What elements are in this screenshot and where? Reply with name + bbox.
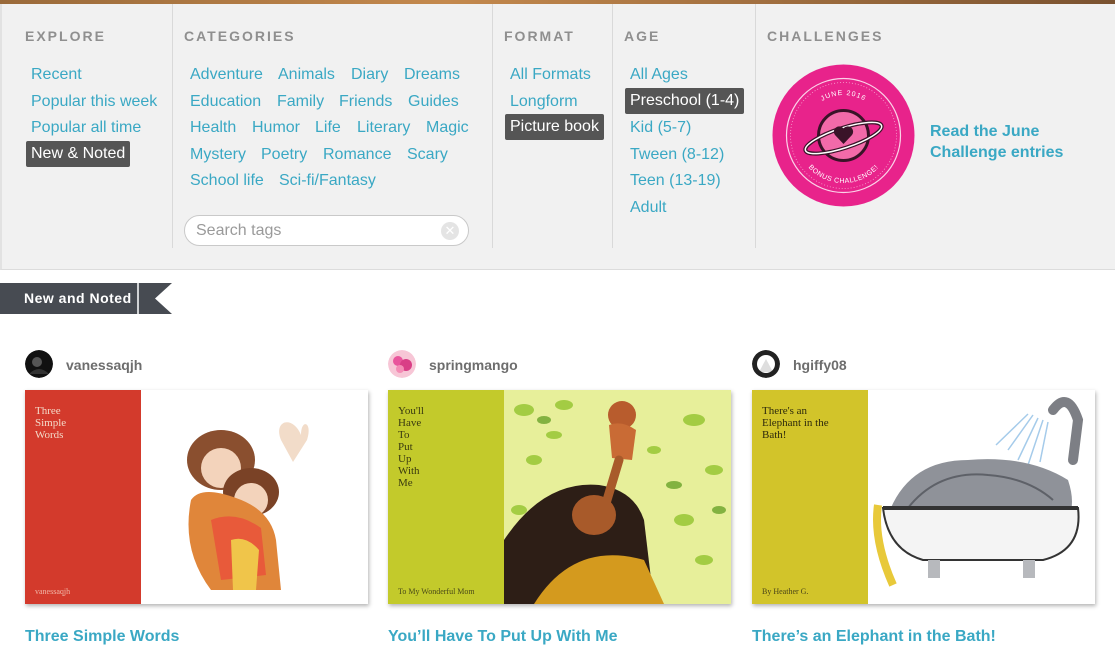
section-title: New and Noted bbox=[24, 290, 132, 306]
category-friends-link[interactable]: Friends bbox=[339, 92, 392, 112]
explore-recent-link[interactable]: Recent bbox=[31, 65, 82, 85]
book-title-link[interactable]: Three Simple Words bbox=[25, 628, 179, 646]
avatar[interactable] bbox=[752, 350, 780, 378]
challenge-link-line1: Read the June bbox=[930, 123, 1040, 140]
cover-author: By Heather G. bbox=[762, 587, 809, 596]
cover-illustration bbox=[141, 390, 368, 604]
category-scifi-fantasy-link[interactable]: Sci-fi/Fantasy bbox=[279, 171, 376, 191]
age-kid-link[interactable]: Kid (5-7) bbox=[630, 118, 691, 138]
category-diary-link[interactable]: Diary bbox=[351, 65, 388, 85]
cover-illustration bbox=[504, 390, 731, 604]
age-column: AGE All Ages Preschool (1-4) Kid (5-7) T… bbox=[612, 4, 755, 248]
read-june-challenge-link[interactable]: Read the June Challenge entries bbox=[930, 121, 1090, 163]
age-heading: AGE bbox=[624, 28, 661, 44]
cover-title-line: Me bbox=[398, 477, 413, 489]
category-literary-link[interactable]: Literary bbox=[357, 118, 410, 138]
category-adventure-link[interactable]: Adventure bbox=[190, 65, 263, 85]
cover-title: You'll Have To Put Up With Me bbox=[398, 405, 488, 489]
tag-search-box[interactable]: ✕ bbox=[184, 215, 469, 246]
category-health-link[interactable]: Health bbox=[190, 118, 236, 138]
category-scary-link[interactable]: Scary bbox=[407, 145, 448, 165]
category-school-life-link[interactable]: School life bbox=[190, 171, 264, 191]
cover-title-line: Simple bbox=[35, 417, 67, 429]
challenge-link-line2: Challenge entries bbox=[930, 144, 1064, 161]
book-title-link[interactable]: You’ll Have To Put Up With Me bbox=[388, 628, 617, 646]
categories-heading: CATEGORIES bbox=[184, 28, 296, 44]
explore-heading: EXPLORE bbox=[25, 28, 106, 44]
explore-popular-all-time-link[interactable]: Popular all time bbox=[31, 118, 141, 138]
age-adult-link[interactable]: Adult bbox=[630, 198, 666, 218]
cover-title: Three Simple Words bbox=[35, 405, 125, 441]
cover-title-line: Bath! bbox=[762, 429, 787, 441]
explore-new-noted-link[interactable]: New & Noted bbox=[26, 141, 131, 167]
cover-title-line: Up bbox=[398, 453, 412, 465]
cover-title-line: There's an bbox=[762, 405, 808, 417]
age-preschool-link[interactable]: Preschool (1-4) bbox=[625, 88, 745, 114]
category-magic-link[interactable]: Magic bbox=[426, 118, 469, 138]
cover-title-line: With bbox=[398, 465, 420, 477]
cover-title-line: To bbox=[398, 429, 410, 441]
category-life-link[interactable]: Life bbox=[315, 118, 341, 138]
format-all-link[interactable]: All Formats bbox=[510, 65, 591, 85]
category-dreams-link[interactable]: Dreams bbox=[404, 65, 460, 85]
author-name[interactable]: vanessaqjh bbox=[66, 357, 142, 373]
avatar[interactable] bbox=[388, 350, 416, 378]
explore-column: EXPLORE Recent Popular this week Popular… bbox=[2, 4, 172, 248]
category-humor-link[interactable]: Humor bbox=[252, 118, 300, 138]
book-cover[interactable]: There's an Elephant in the Bath! By Heat… bbox=[752, 390, 1095, 604]
cover-title-line: Put bbox=[398, 441, 413, 453]
age-tween-link[interactable]: Tween (8-12) bbox=[630, 145, 724, 165]
format-longform-link[interactable]: Longform bbox=[510, 92, 578, 112]
book-title-link[interactable]: There’s an Elephant in the Bath! bbox=[752, 628, 996, 646]
cover-author: vanessaqjh bbox=[35, 587, 71, 596]
cover-spine: There's an Elephant in the Bath! By Heat… bbox=[752, 390, 868, 604]
age-all-link[interactable]: All Ages bbox=[630, 65, 688, 85]
category-guides-link[interactable]: Guides bbox=[408, 92, 459, 112]
cover-author: To My Wonderful Mom bbox=[398, 587, 475, 596]
cover-title-line: Elephant in the bbox=[762, 417, 829, 429]
challenges-heading: CHALLENGES bbox=[767, 28, 884, 44]
category-education-link[interactable]: Education bbox=[190, 92, 261, 112]
avatar[interactable] bbox=[25, 350, 53, 378]
category-family-link[interactable]: Family bbox=[277, 92, 324, 112]
cover-title-line: Three bbox=[35, 405, 61, 417]
tag-search-input[interactable] bbox=[196, 221, 436, 241]
cover-title-line: Words bbox=[35, 429, 64, 441]
clear-icon[interactable]: ✕ bbox=[441, 222, 459, 240]
category-animals-link[interactable]: Animals bbox=[278, 65, 335, 85]
browse-menu: EXPLORE Recent Popular this week Popular… bbox=[0, 4, 1115, 270]
june-challenge-badge[interactable]: JUNE 2016 BONUS CHALLENGE! bbox=[772, 64, 915, 207]
category-poetry-link[interactable]: Poetry bbox=[261, 145, 307, 165]
cover-title-line: You'll bbox=[398, 405, 424, 417]
format-column: FORMAT All Formats Longform Picture book bbox=[492, 4, 612, 248]
categories-column: CATEGORIES Adventure Animals Diary Dream… bbox=[172, 4, 492, 248]
author-name[interactable]: springmango bbox=[429, 357, 518, 373]
age-teen-link[interactable]: Teen (13-19) bbox=[630, 171, 721, 191]
cover-illustration bbox=[868, 390, 1095, 604]
author-name[interactable]: hgiffy08 bbox=[793, 357, 847, 373]
format-heading: FORMAT bbox=[504, 28, 575, 44]
cover-title: There's an Elephant in the Bath! bbox=[762, 405, 852, 441]
category-mystery-link[interactable]: Mystery bbox=[190, 145, 246, 165]
cover-spine: You'll Have To Put Up With Me To My Wond… bbox=[388, 390, 504, 604]
book-cover[interactable]: You'll Have To Put Up With Me To My Wond… bbox=[388, 390, 731, 604]
category-romance-link[interactable]: Romance bbox=[323, 145, 391, 165]
book-cover[interactable]: Three Simple Words vanessaqjh bbox=[25, 390, 368, 604]
explore-popular-week-link[interactable]: Popular this week bbox=[31, 92, 157, 112]
cover-title-line: Have bbox=[398, 417, 422, 429]
cover-spine: Three Simple Words vanessaqjh bbox=[25, 390, 141, 604]
format-picture-book-link[interactable]: Picture book bbox=[505, 114, 604, 140]
